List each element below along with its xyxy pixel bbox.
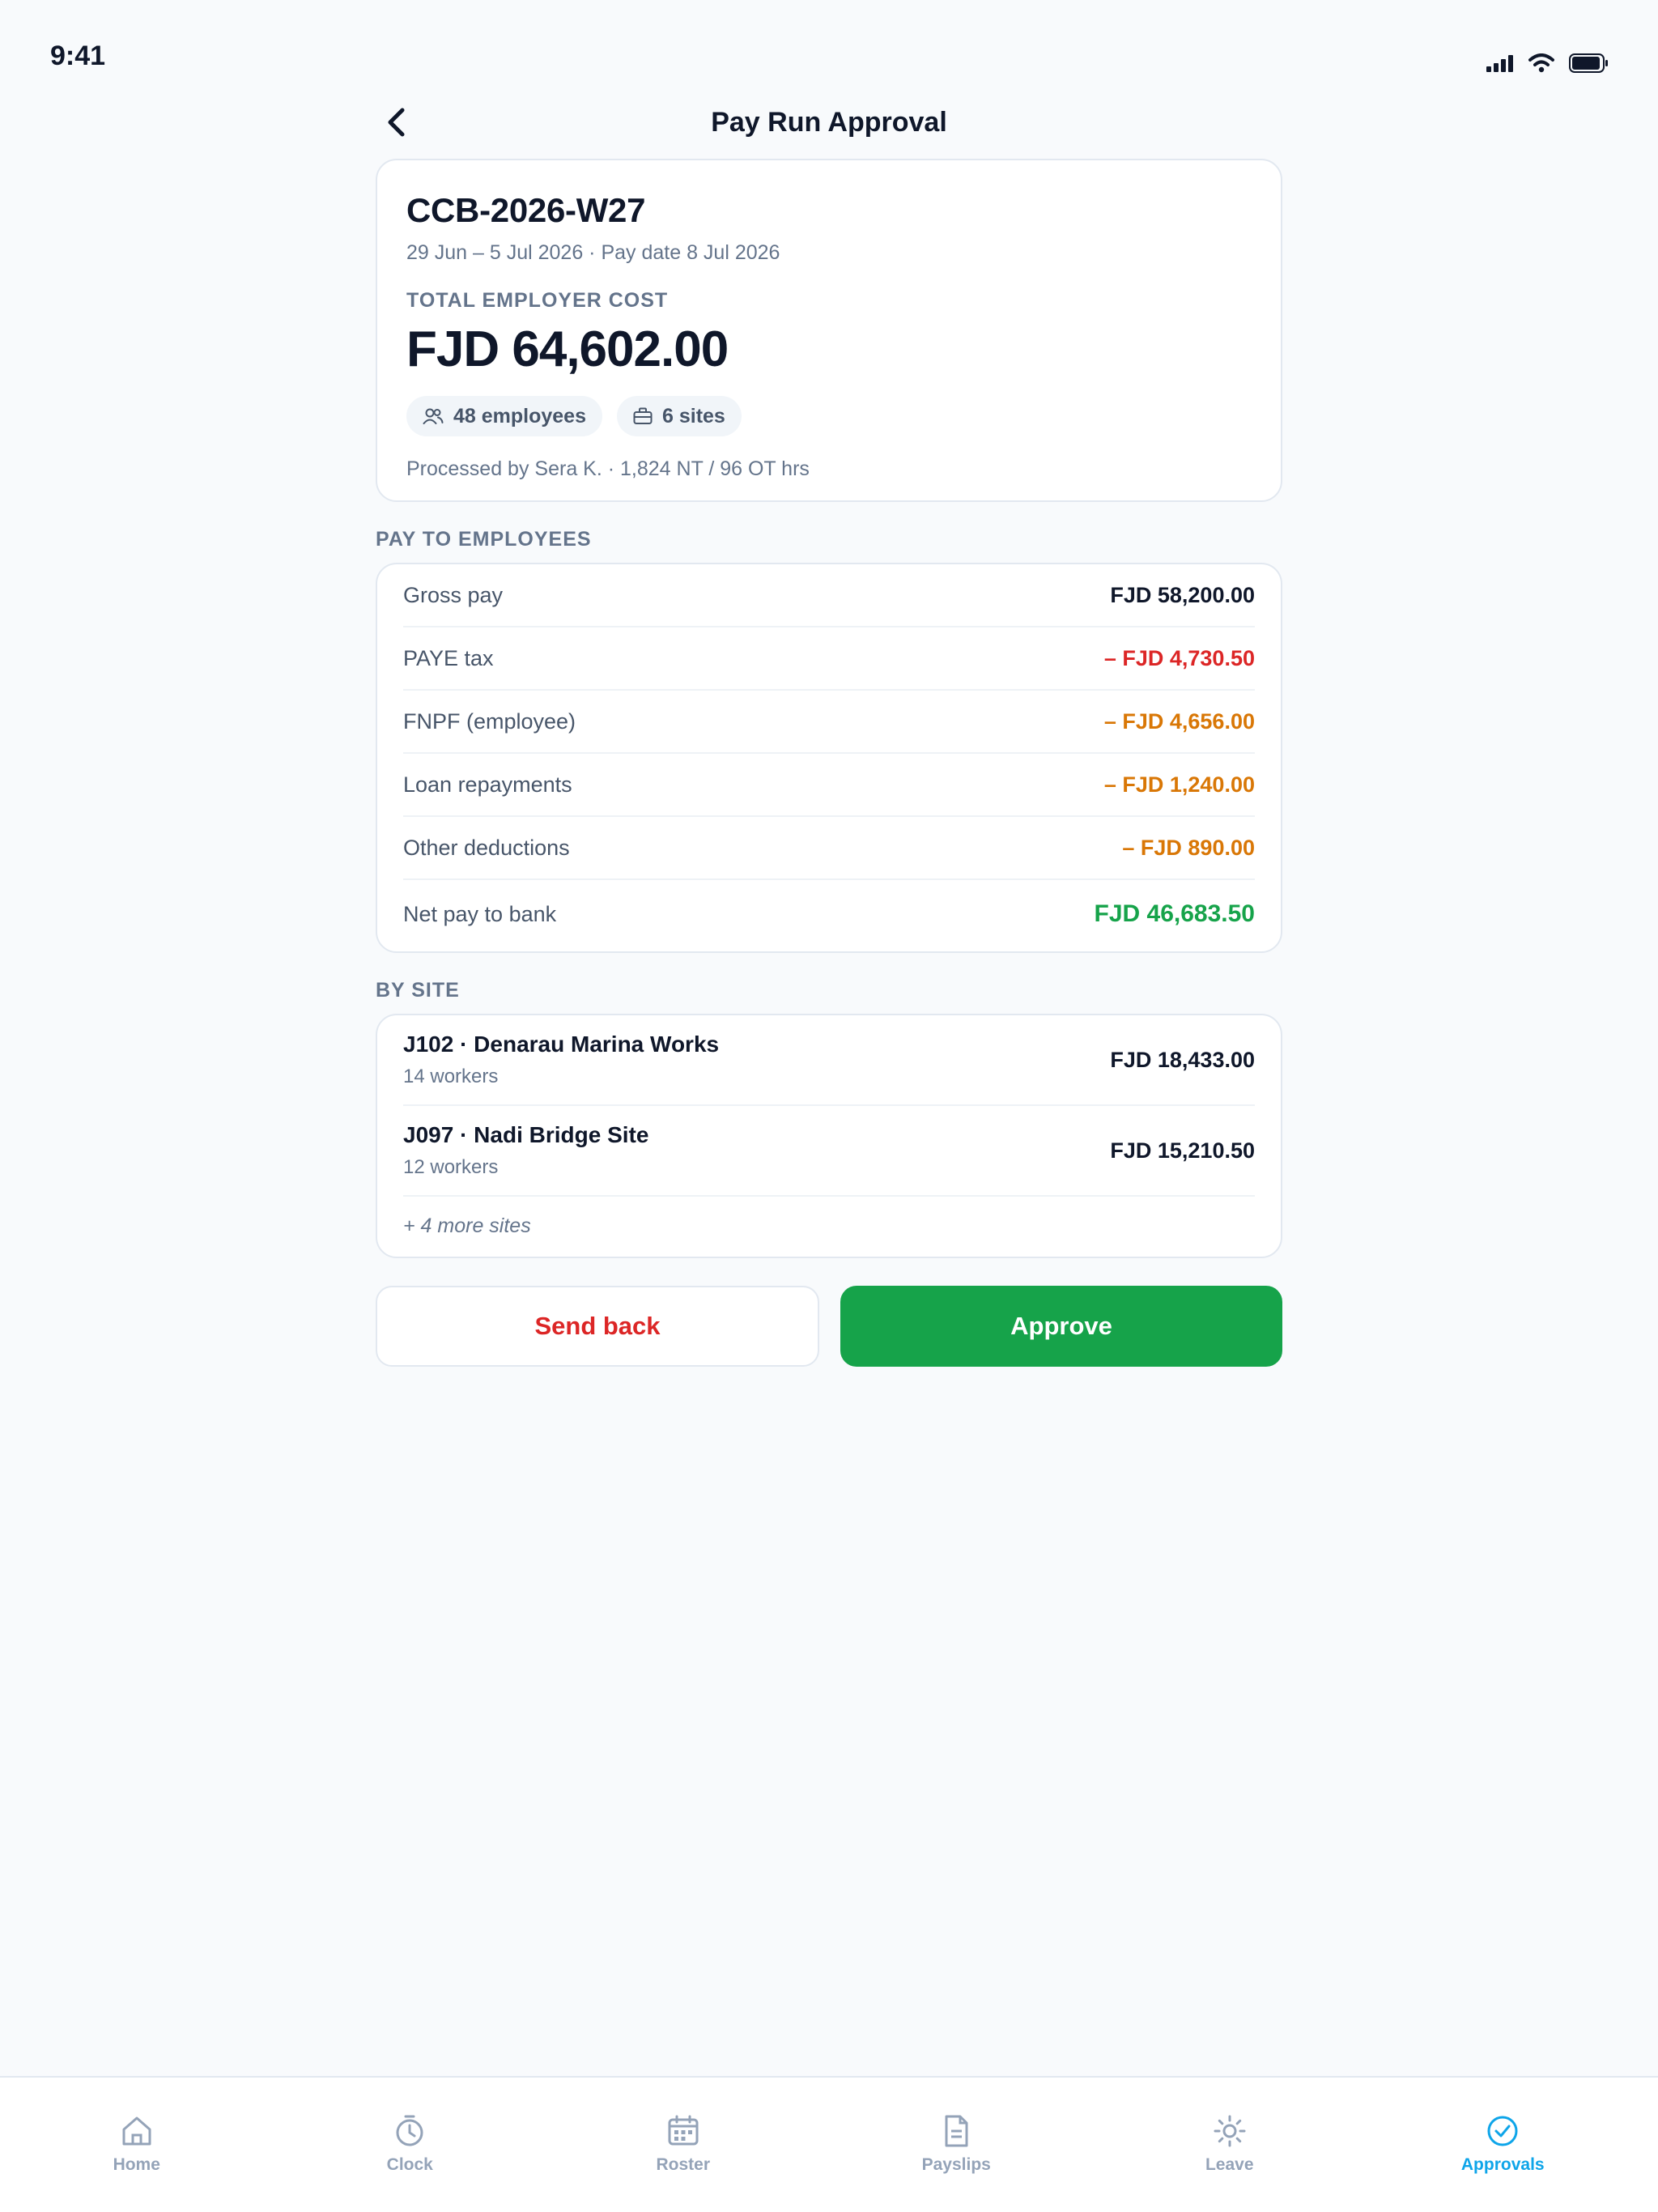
pay-row-value: FJD 58,200.00 <box>1110 582 1255 607</box>
wifi-icon <box>1528 53 1554 73</box>
site-section-label: BY SITE <box>376 979 460 1002</box>
clock-icon <box>396 2115 423 2146</box>
home-icon <box>122 2116 151 2146</box>
tab-approvals[interactable]: Approvals <box>1367 2078 1640 2212</box>
sites-count: 6 sites <box>662 404 725 428</box>
site-name: J102 · Denarau Marina Works <box>403 1032 720 1057</box>
pay-row-net: Net pay to bank FJD 46,683.50 <box>403 880 1255 948</box>
pay-row-loan: Loan repayments – FJD 1,240.00 <box>403 754 1255 817</box>
pay-row-value: – FJD 4,730.50 <box>1103 645 1255 670</box>
tab-label: Home <box>113 2155 160 2174</box>
action-buttons: Send back Approve <box>376 1286 1282 1367</box>
status-time: 9:41 <box>50 40 106 71</box>
briefcase-icon <box>633 407 653 424</box>
summary-chips: 48 employees 6 sites <box>406 396 1252 436</box>
tab-bar: Home Clock Roster Payslips Leave Approva… <box>0 2076 1658 2212</box>
site-info: J102 · Denarau Marina Works 14 workers <box>403 1032 719 1088</box>
content-column: CCB-2026-W27 29 Jun – 5 Jul 2026 · Pay d… <box>376 159 1282 1367</box>
pay-breakdown-card: Gross pay FJD 58,200.00 PAYE tax – FJD 4… <box>376 563 1282 953</box>
calendar-icon <box>668 2115 699 2146</box>
employees-chip[interactable]: 48 employees <box>406 396 602 436</box>
tab-clock[interactable]: Clock <box>274 2078 547 2212</box>
document-icon <box>945 2115 968 2147</box>
pay-row-label: Other deductions <box>403 835 570 860</box>
site-row[interactable]: J097 · Nadi Bridge Site 12 workers FJD 1… <box>403 1106 1255 1197</box>
site-breakdown-card: J102 · Denarau Marina Works 14 workers F… <box>376 1014 1282 1258</box>
site-info: J097 · Nadi Bridge Site 12 workers <box>403 1122 648 1179</box>
pay-run-period: 29 Jun – 5 Jul 2026 · Pay date 8 Jul 202… <box>406 241 780 264</box>
tab-label: Leave <box>1205 2155 1254 2174</box>
pay-row-paye: PAYE tax – FJD 4,730.50 <box>403 627 1255 691</box>
pay-section-label: PAY TO EMPLOYEES <box>376 528 592 551</box>
site-workers: 14 workers <box>403 1066 499 1087</box>
sites-chip[interactable]: 6 sites <box>617 396 742 436</box>
tab-label: Clock <box>386 2155 433 2174</box>
people-icon <box>423 408 444 424</box>
total-cost-label: TOTAL EMPLOYER COST <box>406 289 669 312</box>
tab-label: Payslips <box>921 2155 991 2174</box>
tab-leave[interactable]: Leave <box>1093 2078 1367 2212</box>
sun-icon <box>1214 2115 1246 2147</box>
site-workers: 12 workers <box>403 1156 499 1178</box>
pay-row-label: Loan repayments <box>403 772 572 797</box>
approve-button[interactable]: Approve <box>840 1286 1282 1367</box>
employees-count: 48 employees <box>453 404 586 428</box>
site-row[interactable]: J102 · Denarau Marina Works 14 workers F… <box>403 1015 1255 1106</box>
pay-row-fnpf: FNPF (employee) – FJD 4,656.00 <box>403 691 1255 754</box>
pay-row-label: Gross pay <box>403 582 504 607</box>
more-sites-link[interactable]: + 4 more sites <box>403 1197 1255 1255</box>
tab-roster[interactable]: Roster <box>546 2078 820 2212</box>
tab-payslips[interactable]: Payslips <box>820 2078 1094 2212</box>
signal-icon <box>1486 55 1513 72</box>
send-back-button[interactable]: Send back <box>376 1286 819 1367</box>
total-cost-value: FJD 64,602.00 <box>406 321 729 377</box>
pay-row-value: – FJD 4,656.00 <box>1103 708 1255 734</box>
pay-row-label: Net pay to bank <box>403 901 557 926</box>
pay-row-value: – FJD 890.00 <box>1122 835 1255 860</box>
tab-label: Roster <box>656 2155 711 2174</box>
tab-label: Approvals <box>1460 2155 1545 2174</box>
processed-by: Processed by Sera K. · 1,824 NT / 96 OT … <box>406 457 810 480</box>
tab-home[interactable]: Home <box>0 2078 274 2212</box>
pay-row-gross: Gross pay FJD 58,200.00 <box>403 564 1255 627</box>
pay-row-label: FNPF (employee) <box>403 708 576 734</box>
pay-row-other: Other deductions – FJD 890.00 <box>403 817 1255 880</box>
status-icons <box>1486 53 1609 73</box>
site-value: FJD 15,210.50 <box>1110 1138 1255 1163</box>
pay-row-value: – FJD 1,240.00 <box>1103 772 1255 797</box>
site-value: FJD 18,433.00 <box>1110 1047 1255 1072</box>
site-name: J097 · Nadi Bridge Site <box>403 1122 649 1147</box>
page-title: Pay Run Approval <box>711 107 947 138</box>
pay-row-value: FJD 46,683.50 <box>1094 900 1255 927</box>
summary-card: CCB-2026-W27 29 Jun – 5 Jul 2026 · Pay d… <box>376 159 1282 502</box>
pay-run-id: CCB-2026-W27 <box>406 191 646 229</box>
nav-header: Pay Run Approval <box>376 96 1282 149</box>
check-circle-icon <box>1487 2116 1518 2146</box>
pay-row-label: PAYE tax <box>403 645 494 670</box>
battery-icon <box>1569 53 1608 73</box>
status-bar: 9:41 <box>0 0 1658 105</box>
